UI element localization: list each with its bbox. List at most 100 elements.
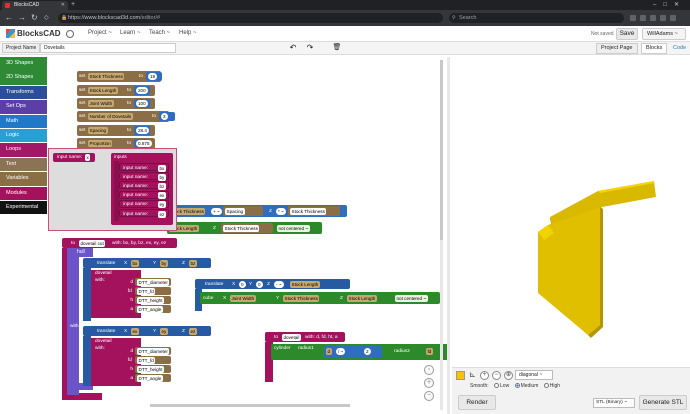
category-item[interactable]: Transforms (0, 85, 47, 100)
translate-block[interactable]: translate X ex Y ey Z ez (83, 326, 211, 336)
input-name-row[interactable]: input name: bz (119, 181, 169, 190)
category-item[interactable]: Text (0, 157, 47, 172)
radio-high[interactable] (543, 383, 549, 388)
variable-block[interactable]: DTT_fd (135, 356, 171, 364)
variable-block[interactable]: Stock Thickness (221, 223, 273, 233)
category-item[interactable]: Math (0, 114, 47, 129)
number-field[interactable]: 28.4 (136, 127, 149, 134)
variable-block[interactable]: Stock Thickness (288, 206, 340, 216)
translate-block[interactable]: translate X 0 Y 0 Z - ~ Stock Length (195, 279, 350, 289)
variable-field[interactable]: by (160, 259, 168, 267)
variable-field[interactable]: DTT_diameter (137, 278, 170, 286)
number-field[interactable]: 2 (364, 348, 371, 355)
input-name-row[interactable]: input name: ey (119, 199, 169, 209)
variable-block[interactable]: DTT_height (135, 296, 171, 304)
variable-name-field[interactable]: Number of Dovetails (88, 113, 133, 120)
module-name-field[interactable]: dovetail (282, 333, 301, 341)
3d-viewer[interactable] (450, 57, 690, 414)
variable-field[interactable]: Stock Length (347, 294, 377, 302)
tab-project-page[interactable]: Project Page (596, 43, 638, 54)
ruler-icon[interactable]: ⊾ (468, 371, 477, 380)
browser-search-field[interactable]: ⚲ Search (449, 13, 624, 23)
extension-icon[interactable] (630, 15, 636, 21)
variable-block[interactable]: DTT_angle (135, 374, 171, 382)
number-field[interactable]: 19 (148, 73, 158, 80)
zoom-out-icon[interactable]: − (424, 391, 434, 401)
variable-field[interactable]: DTT_angle (137, 305, 163, 313)
menu-learn[interactable]: Learn ~ (120, 30, 141, 36)
forward-icon[interactable]: → (18, 13, 26, 23)
hull-block[interactable]: hull (67, 248, 93, 257)
variable-field[interactable]: ey (160, 327, 168, 335)
set-variable-block[interactable]: set Joint Width to 100 (77, 98, 155, 109)
variable-field[interactable]: bz (189, 259, 197, 267)
generate-stl-button[interactable]: Generate STL (639, 395, 687, 410)
variable-field[interactable]: DTT_height (137, 296, 165, 304)
variable-field[interactable]: DTT_fd (137, 287, 156, 295)
translate-block[interactable]: translate X bx Y by Z bz (83, 258, 211, 268)
variable-field[interactable]: DTT_diameter (137, 347, 170, 355)
category-item[interactable]: Set Ops (0, 100, 47, 114)
input-name-block[interactable]: input name: x (53, 153, 95, 162)
input-name-row[interactable]: input name: ez (119, 209, 169, 218)
browser-tab[interactable]: BlocksCAD ✕ (2, 1, 68, 10)
cube-block[interactable]: cube X Joint Width Y Stock Thickness Z S… (200, 292, 440, 304)
set-variable-block[interactable]: set Stock Length to 200 (77, 85, 155, 96)
cube-params-block[interactable]: Stock Length Z Stock Thickness not cente… (167, 222, 322, 234)
category-item[interactable]: 3D Shapes (0, 57, 47, 71)
variable-name-field[interactable]: Proportion (88, 140, 113, 147)
number-field[interactable]: 100 (136, 100, 148, 107)
menu-teach[interactable]: Teach ~ (149, 30, 170, 36)
radio-low[interactable] (494, 383, 500, 388)
extension-icon[interactable] (660, 15, 666, 21)
zoom-in-viewer-icon[interactable]: + (480, 371, 489, 380)
variable-field[interactable]: ex (131, 327, 139, 335)
module-definition-block[interactable]: to dovetail cut with: bx, by, bz, ex, ey… (62, 238, 177, 248)
input-name-field[interactable]: x (85, 154, 91, 161)
input-name-field[interactable]: bx (158, 164, 166, 172)
centered-dropdown[interactable]: not centered ~ (277, 224, 310, 232)
variable-field[interactable]: Spacing (225, 207, 245, 215)
variable-field[interactable]: ez (189, 327, 197, 335)
zoom-reset-icon[interactable]: ◦ (424, 365, 434, 375)
reload-icon[interactable]: ↻ (31, 13, 38, 23)
app-logo[interactable]: BlocksCAD (6, 29, 61, 38)
variable-block[interactable]: Spacing (223, 206, 263, 216)
variable-field[interactable]: Stock Thickness (283, 294, 320, 302)
variable-name-field[interactable]: Joint Width (88, 100, 114, 107)
input-name-row[interactable]: input name: ex (119, 190, 169, 200)
variable-field[interactable]: bx (131, 259, 139, 267)
extension-icon[interactable] (650, 15, 656, 21)
blocks-workspace[interactable]: set Stock Thickness to 19 set Stock Length to 2… (47, 57, 447, 414)
reset-view-icon[interactable]: ⊕ (504, 371, 513, 380)
shield-icon[interactable]: ◇ (44, 13, 49, 23)
variable-block[interactable]: DTT_height (135, 365, 171, 373)
tab-code[interactable]: Code (673, 45, 686, 51)
input-name-field[interactable]: bz (158, 182, 166, 190)
operator-dropdown[interactable]: + ~ (211, 207, 222, 215)
variable-field[interactable]: Joint Width (230, 294, 256, 302)
set-variable-block[interactable]: set Number of Dovetails to 3 (77, 111, 175, 122)
input-name-field[interactable]: ex (158, 192, 166, 200)
url-field[interactable]: 🔒 https://www.blockscad3d.com/editor/# (58, 13, 443, 23)
workspace-vertical-scroll-thumb[interactable] (440, 60, 443, 240)
extension-icons[interactable] (628, 13, 688, 23)
operator-dropdown[interactable]: / ~ (336, 348, 346, 355)
variable-block[interactable]: DTT_diameter (135, 347, 171, 355)
category-item[interactable]: Experimental (0, 200, 47, 215)
variable-name-field[interactable]: Stock Length (88, 87, 118, 94)
radio-medium[interactable] (514, 383, 520, 388)
category-item[interactable]: Loops (0, 143, 47, 157)
variable-field[interactable]: DTT_height (137, 365, 165, 373)
number-block[interactable]: 28.4 (134, 126, 150, 135)
dovetail-call-block[interactable]: dovetail with: (91, 270, 141, 318)
cylinder-block[interactable]: cylinder radius1 d / ~ 2 radius2 fd (271, 344, 447, 360)
number-block[interactable]: 3 (159, 112, 175, 121)
input-name-field[interactable]: by (158, 173, 166, 181)
undo-icon[interactable]: ↶ (287, 43, 299, 54)
category-item[interactable]: Variables (0, 172, 47, 186)
menu-icon[interactable] (670, 15, 676, 21)
variable-block[interactable]: DTT_fd (135, 287, 171, 295)
number-field[interactable]: 0.875 (136, 140, 152, 147)
menu-project[interactable]: Project ~ (88, 30, 112, 36)
